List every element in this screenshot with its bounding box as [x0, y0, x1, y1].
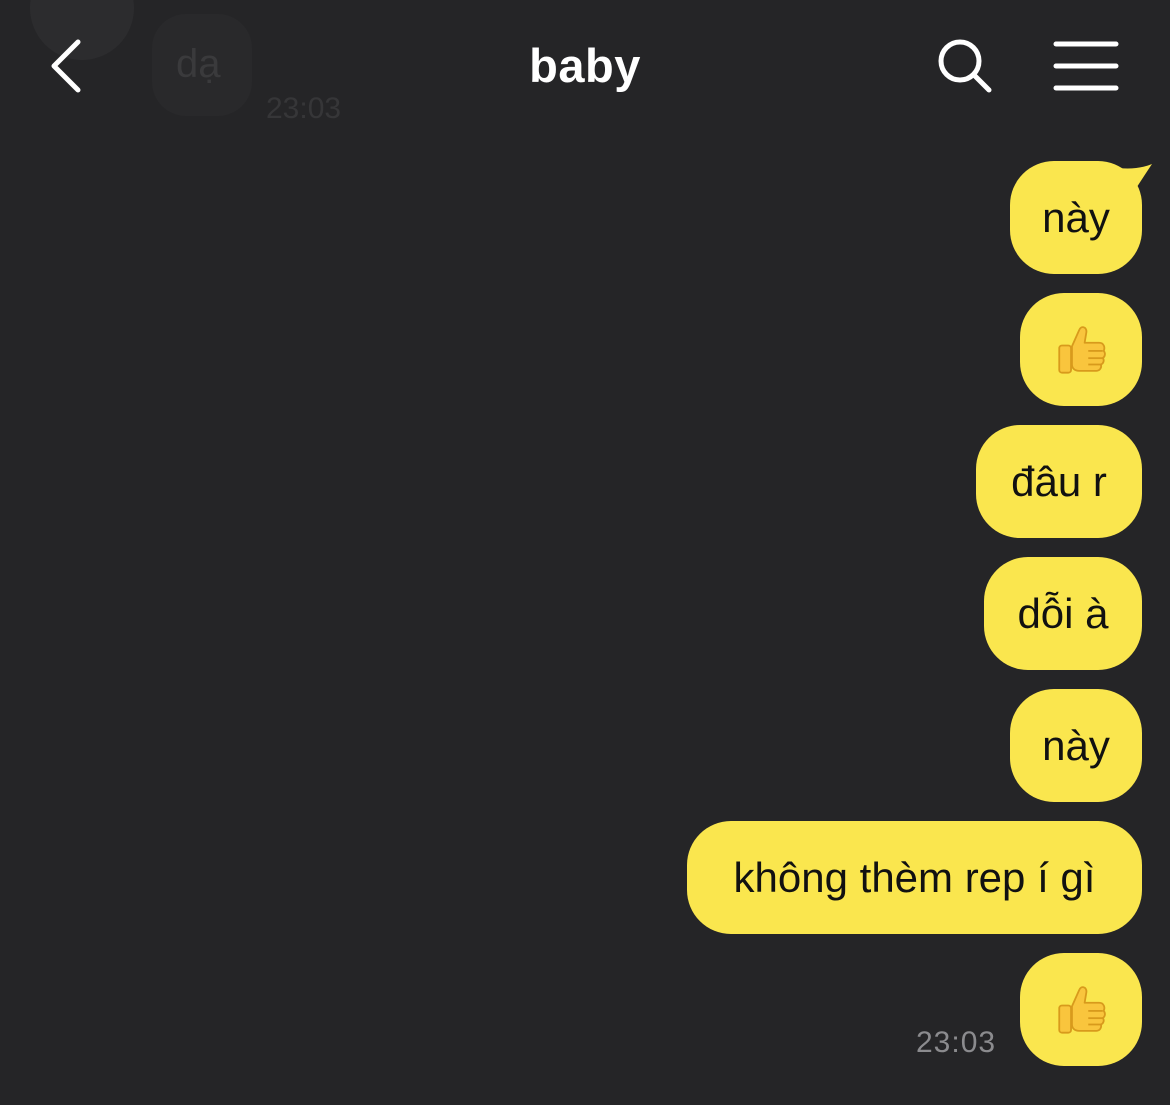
chat-header: baby [0, 0, 1170, 130]
thumbs-up-icon [1058, 985, 1106, 1034]
message-text: dỗi à [1017, 589, 1109, 637]
search-icon [938, 39, 992, 93]
menu-button[interactable] [1052, 38, 1120, 94]
message-text: không thèm rep í gì [733, 853, 1096, 901]
message-timestamp: 23:03 [916, 1026, 997, 1059]
message-bubble[interactable]: không thèm rep í gì [687, 821, 1142, 934]
message-bubble[interactable] [1020, 293, 1142, 406]
message-text: này [1042, 721, 1110, 769]
message-bubble[interactable] [1020, 953, 1142, 1066]
hamburger-menu-icon [1053, 41, 1119, 91]
search-button[interactable] [935, 36, 995, 96]
message-bubble[interactable]: dỗi à [984, 557, 1142, 670]
message-bubble[interactable]: đâu r [976, 425, 1142, 538]
message-text: đâu r [1011, 457, 1107, 505]
message-bubble[interactable]: này [1010, 689, 1142, 802]
thumbs-up-icon [1058, 325, 1106, 374]
message-text: này [1042, 193, 1110, 241]
message-bubble[interactable]: này [1010, 161, 1142, 274]
